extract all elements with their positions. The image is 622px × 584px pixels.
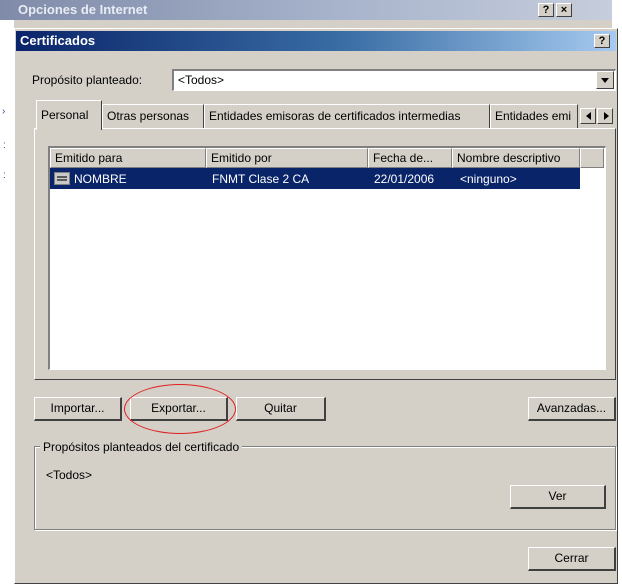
cell-nombre-descriptivo: <ninguno>	[460, 172, 517, 186]
edge-mark-icon: ›	[2, 106, 6, 117]
tab-personal[interactable]: Personal	[36, 100, 102, 130]
advanced-button[interactable]: Avanzadas...	[528, 397, 616, 421]
view-button[interactable]: Ver	[510, 485, 606, 509]
tab-otras-personas[interactable]: Otras personas	[102, 104, 204, 128]
background-left-edge: › : :	[0, 20, 14, 584]
tab-entidades-intermedias[interactable]: Entidades emisoras de certificados inter…	[204, 104, 490, 128]
cell-emitido-por: FNMT Clase 2 CA	[212, 172, 310, 186]
edge-mark-icon: :	[3, 170, 6, 181]
cell-emitido-para: NOMBRE	[74, 172, 127, 186]
annotation-circle	[124, 384, 236, 434]
edge-mark-icon: :	[3, 140, 6, 151]
background-help-button[interactable]: ?	[538, 3, 554, 17]
close-button[interactable]: Cerrar	[528, 547, 616, 571]
column-header-emitido-por[interactable]: Emitido por	[206, 148, 368, 168]
cell-fecha: 22/01/2006	[374, 172, 435, 186]
column-header-emitido-para[interactable]: Emitido para	[50, 148, 206, 168]
background-close-button[interactable]: ×	[556, 3, 572, 17]
certificate-icon	[54, 172, 70, 185]
tab-entidades-emisoras[interactable]: Entidades emi	[490, 104, 578, 128]
background-window-titlebar: Opciones de Internet	[0, 0, 622, 20]
import-button[interactable]: Importar...	[34, 397, 122, 421]
dialog-titlebar: Certificados	[16, 31, 616, 51]
purpose-value: <Todos>	[178, 73, 225, 87]
dialog-title: Certificados	[20, 33, 96, 48]
column-header-fecha[interactable]: Fecha de...	[368, 148, 452, 168]
tab-scroll-right-button[interactable]	[597, 108, 613, 124]
purpose-label: Propósito planteado:	[32, 73, 143, 87]
tab-scroll-left-button[interactable]	[580, 108, 596, 124]
arrow-right-icon	[604, 112, 609, 120]
arrow-left-icon	[586, 112, 591, 120]
background-window-title: Opciones de Internet	[18, 2, 148, 17]
column-header-empty	[580, 148, 604, 168]
group-purposes-value: <Todos>	[46, 468, 93, 482]
combobox-dropdown-button[interactable]	[596, 71, 614, 89]
purpose-combobox[interactable]: <Todos>	[172, 69, 616, 91]
chevron-down-icon	[601, 78, 609, 83]
remove-button[interactable]: Quitar	[236, 397, 326, 421]
group-title: Propósitos planteados del certificado	[40, 440, 243, 454]
column-header-nombre-descriptivo[interactable]: Nombre descriptivo	[452, 148, 580, 168]
dialog-help-button[interactable]: ?	[594, 34, 610, 48]
